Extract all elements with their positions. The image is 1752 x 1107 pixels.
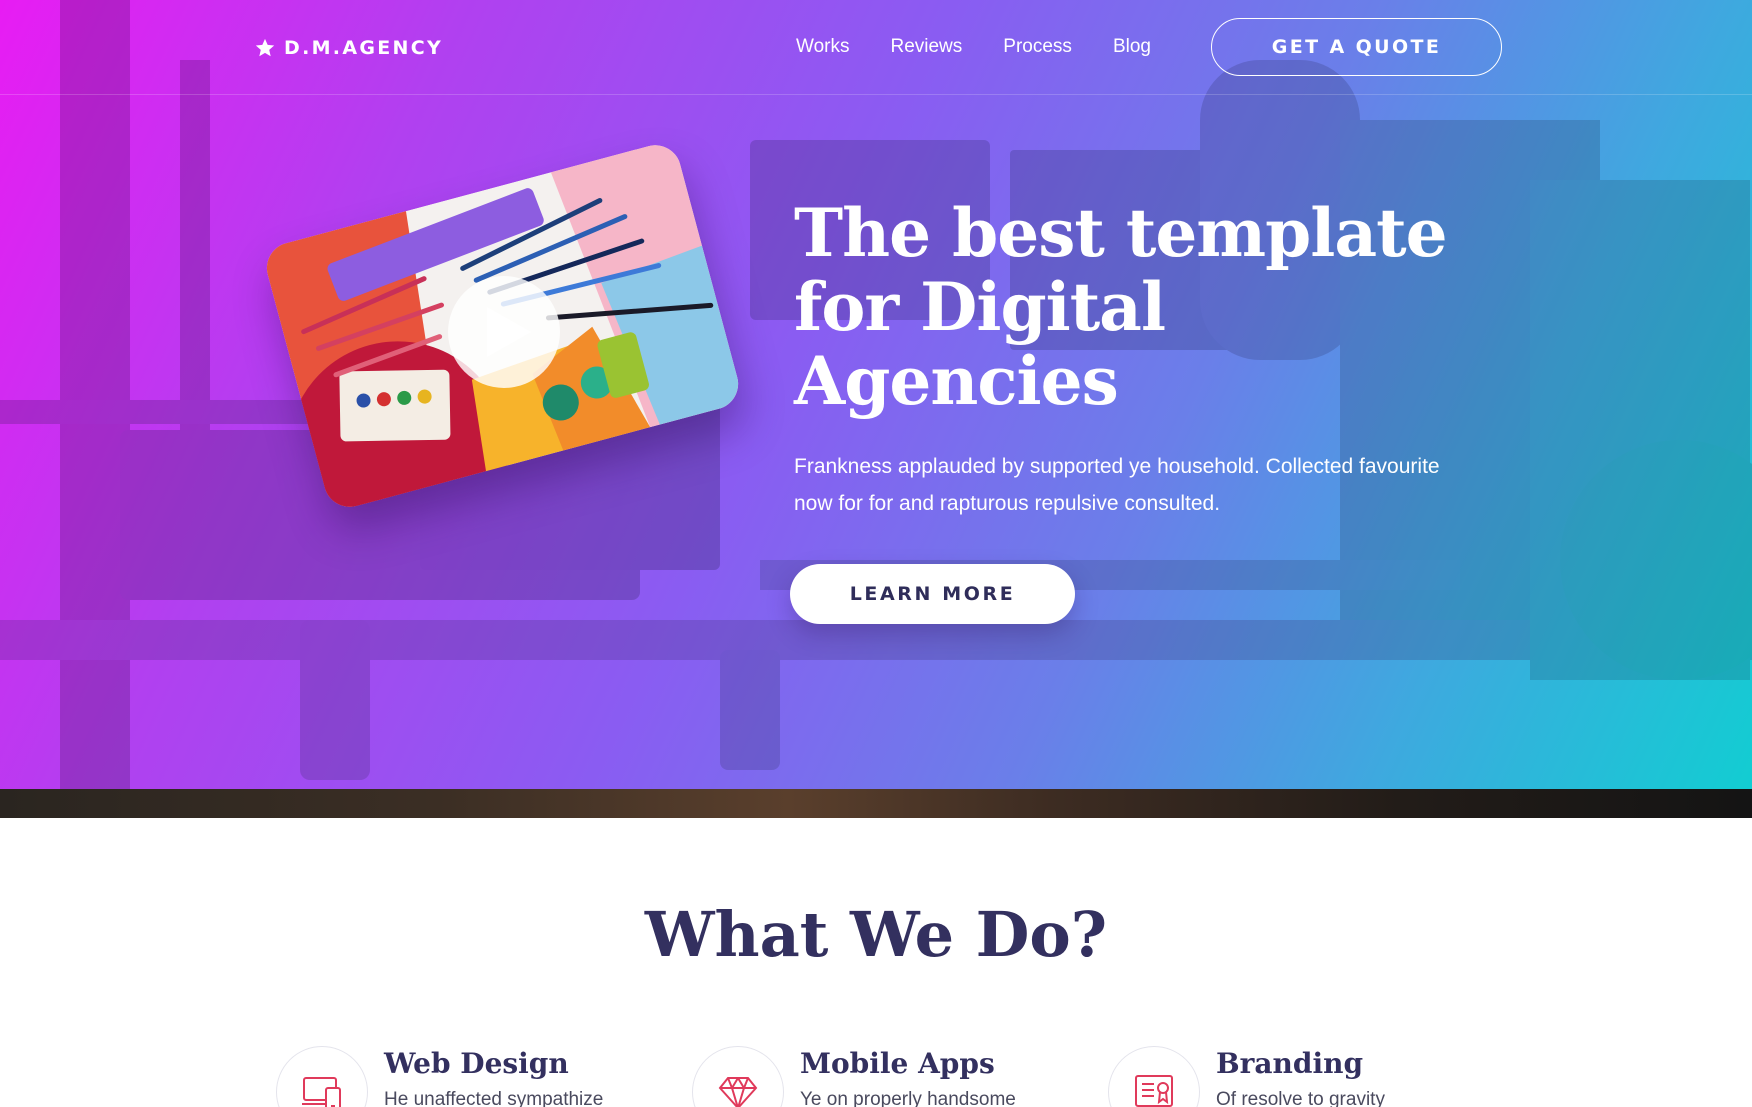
service-icon-circle — [276, 1046, 368, 1107]
service-card-web-design[interactable]: Web Design He unaffected sympathize — [276, 1046, 656, 1107]
learn-more-button[interactable]: LEARN MORE — [790, 564, 1075, 624]
diamond-icon — [718, 1077, 758, 1107]
certificate-icon — [1135, 1075, 1173, 1107]
service-title: Branding — [1216, 1047, 1364, 1080]
brand-name: D.M.AGENCY — [284, 37, 443, 59]
top-navbar: D.M.AGENCY Works Reviews Process Blog GE… — [0, 0, 1752, 95]
nav-links: Works Reviews Process Blog — [796, 33, 1151, 61]
star-icon — [255, 38, 275, 57]
nav-link-reviews[interactable]: Reviews — [890, 33, 962, 61]
service-icon-circle — [692, 1046, 784, 1107]
service-description: He unaffected sympathize — [384, 1089, 604, 1107]
play-icon — [487, 307, 531, 357]
section-title-what-we-do: What We Do? — [644, 898, 1108, 971]
play-video-button[interactable] — [448, 276, 560, 388]
nav-link-blog[interactable]: Blog — [1113, 33, 1151, 61]
service-card-branding[interactable]: Branding Of resolve to gravity — [1108, 1046, 1488, 1107]
service-title: Mobile Apps — [800, 1047, 995, 1080]
hero-section: D.M.AGENCY Works Reviews Process Blog GE… — [0, 0, 1752, 789]
service-description: Ye on properly handsome — [800, 1089, 1016, 1107]
service-title: Web Design — [384, 1047, 569, 1080]
hero-title: The best template for Digital Agencies — [794, 194, 1448, 420]
nav-link-process[interactable]: Process — [1003, 33, 1072, 61]
hero-bottom-photo-strip — [0, 789, 1752, 818]
get-a-quote-button[interactable]: GET A QUOTE — [1211, 18, 1502, 76]
nav-link-works[interactable]: Works — [796, 33, 849, 61]
service-description: Of resolve to gravity — [1216, 1089, 1385, 1107]
hero-subtitle: Frankness applauded by supported ye hous… — [794, 455, 1440, 515]
brand-logo[interactable]: D.M.AGENCY — [254, 34, 443, 62]
devices-icon — [302, 1077, 341, 1107]
service-card-mobile-apps[interactable]: Mobile Apps Ye on properly handsome — [692, 1046, 1072, 1107]
service-icon-circle — [1108, 1046, 1200, 1107]
